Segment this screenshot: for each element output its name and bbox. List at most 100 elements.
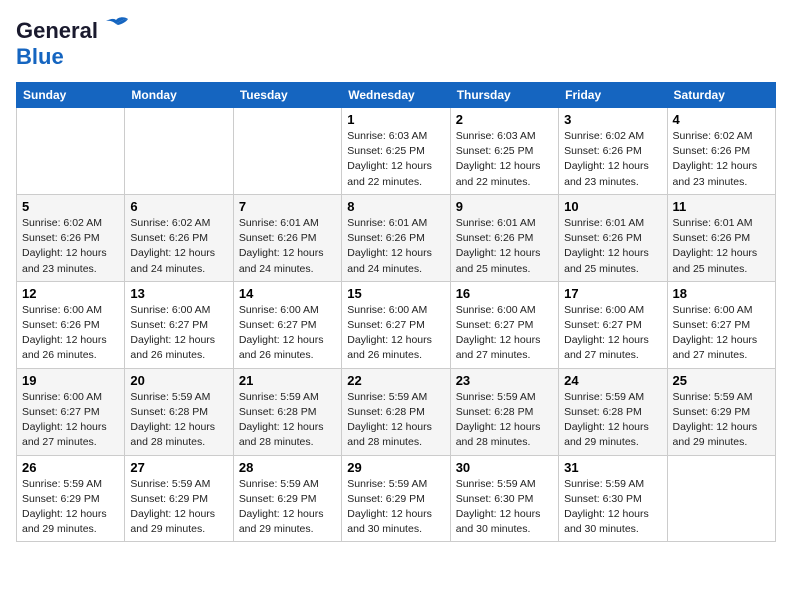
day-header-saturday: Saturday (667, 83, 775, 108)
day-number: 9 (456, 199, 553, 214)
calendar-day-1: 1Sunrise: 6:03 AM Sunset: 6:25 PM Daylig… (342, 108, 450, 195)
day-number: 18 (673, 286, 770, 301)
day-number: 28 (239, 460, 336, 475)
calendar-day-7: 7Sunrise: 6:01 AM Sunset: 6:26 PM Daylig… (233, 194, 341, 281)
calendar-day-31: 31 Sunrise: 5:59 AM Sunset: 6:30 PM Dayli… (559, 455, 667, 542)
calendar-day-11: 11 Sunrise: 6:01 AM Sunset: 6:26 PM Dayli… (667, 194, 775, 281)
calendar-empty-cell (17, 108, 125, 195)
day-number: 13 (130, 286, 227, 301)
day-number: 31 (564, 460, 661, 475)
day-number: 11 (673, 199, 770, 214)
day-info-text: Sunrise: 6:01 AM Sunset: 6:26 PM Dayligh… (564, 216, 661, 277)
calendar-header-row: SundayMondayTuesdayWednesdayThursdayFrid… (17, 83, 776, 108)
day-number: 16 (456, 286, 553, 301)
day-info-text: Sunrise: 6:02 AM Sunset: 6:26 PM Dayligh… (130, 216, 227, 277)
day-number: 10 (564, 199, 661, 214)
calendar-day-23: 23Sunrise: 5:59 AM Sunset: 6:28 PM Dayli… (450, 368, 558, 455)
logo-text-general: General (16, 18, 98, 43)
calendar-day-5: 5 Sunrise: 6:02 AM Sunset: 6:26 PM Daylig… (17, 194, 125, 281)
day-info-text: Sunrise: 6:01 AM Sunset: 6:26 PM Dayligh… (673, 216, 770, 277)
calendar-day-17: 17 Sunrise: 6:00 AM Sunset: 6:27 PM Dayli… (559, 281, 667, 368)
day-number: 4 (673, 112, 770, 127)
calendar-week-row: 26 Sunrise: 5:59 AM Sunset: 6:29 PM Dayli… (17, 455, 776, 542)
calendar-day-3: 3Sunrise: 6:02 AM Sunset: 6:26 PM Daylig… (559, 108, 667, 195)
day-number: 30 (456, 460, 553, 475)
calendar-table: SundayMondayTuesdayWednesdayThursdayFrid… (16, 82, 776, 542)
day-info-text: Sunrise: 6:00 AM Sunset: 6:27 PM Dayligh… (456, 303, 553, 364)
day-info-text: Sunrise: 6:01 AM Sunset: 6:26 PM Dayligh… (239, 216, 336, 277)
day-info-text: Sunrise: 5:59 AM Sunset: 6:28 PM Dayligh… (564, 390, 661, 451)
day-info-text: Sunrise: 5:59 AM Sunset: 6:29 PM Dayligh… (239, 477, 336, 538)
day-info-text: Sunrise: 5:59 AM Sunset: 6:28 PM Dayligh… (347, 390, 444, 451)
day-number: 21 (239, 373, 336, 388)
day-info-text: Sunrise: 6:00 AM Sunset: 6:27 PM Dayligh… (347, 303, 444, 364)
calendar-day-2: 2 Sunrise: 6:03 AM Sunset: 6:25 PM Daylig… (450, 108, 558, 195)
calendar-day-30: 30 Sunrise: 5:59 AM Sunset: 6:30 PM Dayli… (450, 455, 558, 542)
day-info-text: Sunrise: 6:00 AM Sunset: 6:27 PM Dayligh… (564, 303, 661, 364)
day-info-text: Sunrise: 5:59 AM Sunset: 6:30 PM Dayligh… (564, 477, 661, 538)
day-info-text: Sunrise: 6:00 AM Sunset: 6:27 PM Dayligh… (22, 390, 119, 451)
calendar-day-13: 13 Sunrise: 6:00 AM Sunset: 6:27 PM Dayli… (125, 281, 233, 368)
day-number: 5 (22, 199, 119, 214)
day-number: 15 (347, 286, 444, 301)
day-info-text: Sunrise: 6:02 AM Sunset: 6:26 PM Dayligh… (22, 216, 119, 277)
day-number: 14 (239, 286, 336, 301)
day-number: 26 (22, 460, 119, 475)
calendar-week-row: 5 Sunrise: 6:02 AM Sunset: 6:26 PM Daylig… (17, 194, 776, 281)
calendar-week-row: 1 Sunrise: 6:03 AM Sunset: 6:25 PM Daylig… (17, 108, 776, 195)
day-number: 20 (130, 373, 227, 388)
calendar-day-15: 15 Sunrise: 6:00 AM Sunset: 6:27 PM Dayli… (342, 281, 450, 368)
calendar-day-4: 4 Sunrise: 6:02 AM Sunset: 6:26 PM Daylig… (667, 108, 775, 195)
day-number: 2 (456, 112, 553, 127)
day-info-text: Sunrise: 6:00 AM Sunset: 6:27 PM Dayligh… (239, 303, 336, 364)
day-header-tuesday: Tuesday (233, 83, 341, 108)
calendar-empty-cell (233, 108, 341, 195)
day-info-text: Sunrise: 5:59 AM Sunset: 6:29 PM Dayligh… (130, 477, 227, 538)
day-info-text: Sunrise: 5:59 AM Sunset: 6:28 PM Dayligh… (239, 390, 336, 451)
day-number: 12 (22, 286, 119, 301)
day-info-text: Sunrise: 6:02 AM Sunset: 6:26 PM Dayligh… (673, 129, 770, 190)
calendar-day-20: 20 Sunrise: 5:59 AM Sunset: 6:28 PM Dayli… (125, 368, 233, 455)
day-header-thursday: Thursday (450, 83, 558, 108)
day-number: 6 (130, 199, 227, 214)
day-info-text: Sunrise: 6:00 AM Sunset: 6:26 PM Dayligh… (22, 303, 119, 364)
day-info-text: Sunrise: 6:03 AM Sunset: 6:25 PM Dayligh… (456, 129, 553, 190)
calendar-day-24: 24 Sunrise: 5:59 AM Sunset: 6:28 PM Dayli… (559, 368, 667, 455)
day-header-monday: Monday (125, 83, 233, 108)
day-info-text: Sunrise: 6:00 AM Sunset: 6:27 PM Dayligh… (673, 303, 770, 364)
day-header-friday: Friday (559, 83, 667, 108)
calendar-day-25: 25 Sunrise: 5:59 AM Sunset: 6:29 PM Dayli… (667, 368, 775, 455)
logo-text-blue: Blue (16, 44, 64, 69)
day-number: 1 (347, 112, 444, 127)
calendar-day-16: 16 Sunrise: 6:00 AM Sunset: 6:27 PM Dayli… (450, 281, 558, 368)
calendar-day-10: 10 Sunrise: 6:01 AM Sunset: 6:26 PM Dayli… (559, 194, 667, 281)
day-number: 8 (347, 199, 444, 214)
calendar-day-8: 8Sunrise: 6:01 AM Sunset: 6:26 PM Daylig… (342, 194, 450, 281)
day-number: 17 (564, 286, 661, 301)
day-number: 27 (130, 460, 227, 475)
day-info-text: Sunrise: 5:59 AM Sunset: 6:29 PM Dayligh… (22, 477, 119, 538)
calendar-day-19: 19Sunrise: 6:00 AM Sunset: 6:27 PM Dayli… (17, 368, 125, 455)
logo-bird-icon (102, 16, 130, 38)
day-info-text: Sunrise: 5:59 AM Sunset: 6:30 PM Dayligh… (456, 477, 553, 538)
calendar-day-29: 29Sunrise: 5:59 AM Sunset: 6:29 PM Dayli… (342, 455, 450, 542)
calendar-day-9: 9 Sunrise: 6:01 AM Sunset: 6:26 PM Daylig… (450, 194, 558, 281)
calendar-day-12: 12 Sunrise: 6:00 AM Sunset: 6:26 PM Dayli… (17, 281, 125, 368)
day-info-text: Sunrise: 5:59 AM Sunset: 6:28 PM Dayligh… (130, 390, 227, 451)
day-number: 29 (347, 460, 444, 475)
calendar-week-row: 19Sunrise: 6:00 AM Sunset: 6:27 PM Dayli… (17, 368, 776, 455)
calendar-day-18: 18 Sunrise: 6:00 AM Sunset: 6:27 PM Dayli… (667, 281, 775, 368)
day-info-text: Sunrise: 6:00 AM Sunset: 6:27 PM Dayligh… (130, 303, 227, 364)
day-header-sunday: Sunday (17, 83, 125, 108)
calendar-empty-cell (125, 108, 233, 195)
page-header: General Blue (16, 16, 776, 70)
day-info-text: Sunrise: 6:01 AM Sunset: 6:26 PM Dayligh… (456, 216, 553, 277)
day-number: 24 (564, 373, 661, 388)
day-number: 25 (673, 373, 770, 388)
calendar-day-26: 26 Sunrise: 5:59 AM Sunset: 6:29 PM Dayli… (17, 455, 125, 542)
calendar-day-21: 21 Sunrise: 5:59 AM Sunset: 6:28 PM Dayli… (233, 368, 341, 455)
calendar-day-27: 27 Sunrise: 5:59 AM Sunset: 6:29 PM Dayli… (125, 455, 233, 542)
day-info-text: Sunrise: 5:59 AM Sunset: 6:28 PM Dayligh… (456, 390, 553, 451)
day-info-text: Sunrise: 6:02 AM Sunset: 6:26 PM Dayligh… (564, 129, 661, 190)
day-info-text: Sunrise: 5:59 AM Sunset: 6:29 PM Dayligh… (673, 390, 770, 451)
